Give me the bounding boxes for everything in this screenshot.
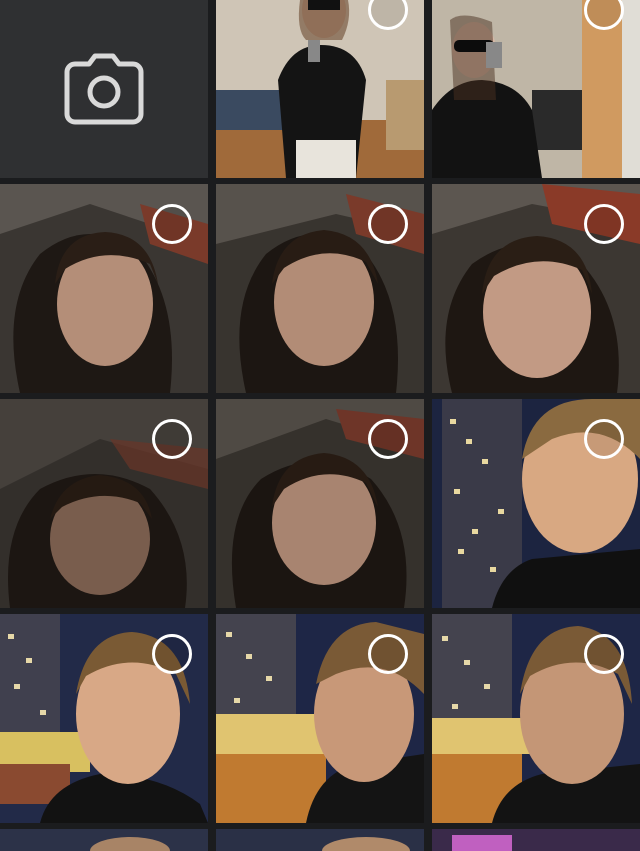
select-circle[interactable] (584, 419, 624, 459)
select-circle[interactable] (368, 634, 408, 674)
photo-thumbnail[interactable] (432, 399, 640, 608)
photo-thumbnail[interactable] (0, 184, 208, 393)
photo-thumbnail[interactable] (216, 399, 424, 608)
photo-thumbnail[interactable] (0, 399, 208, 608)
select-circle[interactable] (152, 634, 192, 674)
photo-thumbnail[interactable] (432, 614, 640, 823)
camera-icon (64, 53, 144, 125)
select-circle[interactable] (368, 419, 408, 459)
select-circle[interactable] (584, 204, 624, 244)
select-circle[interactable] (152, 204, 192, 244)
photo-thumbnail[interactable] (0, 614, 208, 823)
photo-thumbnail[interactable] (432, 184, 640, 393)
photo-thumbnail[interactable] (0, 829, 208, 851)
camera-tile[interactable] (0, 0, 208, 178)
photo-thumbnail[interactable] (216, 614, 424, 823)
photo-thumbnail[interactable] (432, 829, 640, 851)
select-circle[interactable] (368, 204, 408, 244)
photo-image (432, 829, 640, 851)
photo-thumbnail[interactable] (216, 829, 424, 851)
photo-image (216, 829, 424, 851)
photo-image (0, 829, 208, 851)
select-circle[interactable] (152, 419, 192, 459)
photo-thumbnail[interactable] (432, 0, 640, 178)
select-circle[interactable] (584, 634, 624, 674)
photo-picker-grid (0, 0, 640, 851)
photo-thumbnail[interactable] (216, 184, 424, 393)
photo-thumbnail[interactable] (216, 0, 424, 178)
